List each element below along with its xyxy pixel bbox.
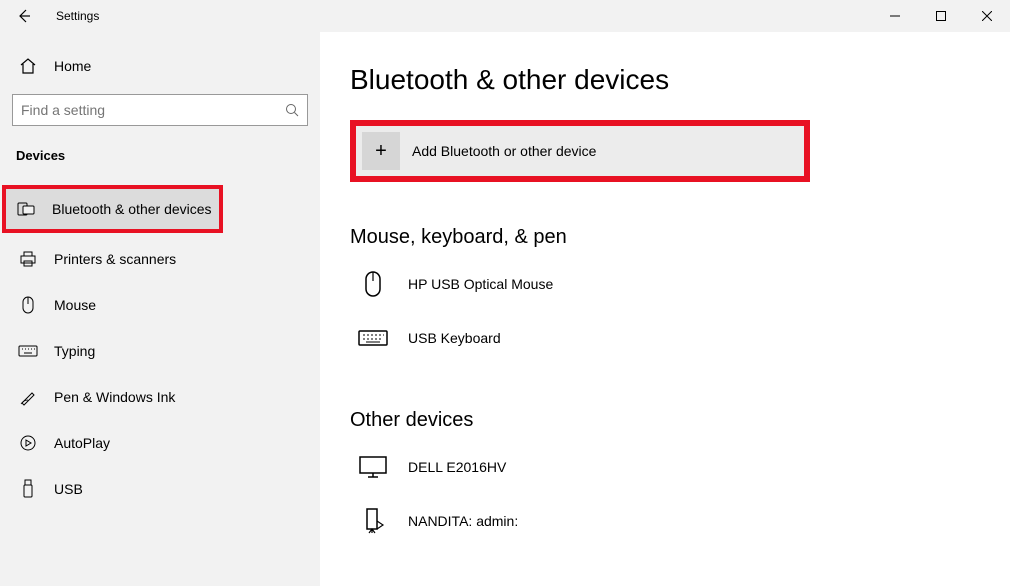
maximize-icon [936, 11, 946, 21]
device-label: NANDITA: admin: [408, 513, 518, 529]
group-heading-mouse-keyboard: Mouse, keyboard, & pen [350, 226, 1010, 249]
back-button[interactable] [8, 0, 40, 32]
device-label: DELL E2016HV [408, 459, 506, 475]
add-device-label: Add Bluetooth or other device [412, 143, 596, 159]
sidebar-item-pen[interactable]: Pen & Windows Ink [12, 377, 308, 417]
media-device-icon [358, 506, 388, 536]
device-row[interactable]: DELL E2016HV [350, 440, 1010, 494]
maximize-button[interactable] [918, 0, 964, 32]
keyboard-device-icon [358, 323, 388, 353]
device-label: USB Keyboard [408, 330, 501, 346]
sidebar-item-label: USB [54, 481, 83, 497]
sidebar-item-printers[interactable]: Printers & scanners [12, 239, 308, 279]
sidebar-item-usb[interactable]: USB [12, 469, 308, 509]
highlight-box-add-device: + Add Bluetooth or other device [350, 120, 810, 182]
sidebar-item-label: Pen & Windows Ink [54, 389, 175, 405]
sidebar-item-mouse[interactable]: Mouse [12, 285, 308, 325]
titlebar: Settings [0, 0, 1010, 32]
sidebar-item-label: Bluetooth & other devices [52, 201, 212, 217]
close-button[interactable] [964, 0, 1010, 32]
sidebar-item-label: Typing [54, 343, 95, 359]
device-row[interactable]: NANDITA: admin: [350, 494, 1010, 548]
sidebar-home[interactable]: Home [12, 46, 308, 86]
keyboard-icon [18, 341, 38, 361]
content-area: Bluetooth & other devices + Add Bluetoot… [320, 32, 1010, 586]
pen-icon [18, 387, 38, 407]
sidebar-item-typing[interactable]: Typing [12, 331, 308, 371]
sidebar-item-label: Mouse [54, 297, 96, 313]
search-icon [285, 103, 299, 117]
usb-icon [18, 479, 38, 499]
window-title: Settings [56, 9, 99, 23]
home-label: Home [54, 58, 91, 74]
add-device-button[interactable]: + Add Bluetooth or other device [356, 126, 804, 176]
sidebar-item-label: Printers & scanners [54, 251, 176, 267]
home-icon [18, 56, 38, 76]
sidebar-item-autoplay[interactable]: AutoPlay [12, 423, 308, 463]
arrow-left-icon [16, 8, 32, 24]
window-controls [872, 0, 1010, 32]
plus-icon: + [362, 132, 400, 170]
device-row[interactable]: USB Keyboard [350, 311, 1010, 365]
bluetooth-devices-icon [16, 199, 36, 219]
sidebar-section-label: Devices [12, 148, 308, 163]
sidebar-item-label: AutoPlay [54, 435, 110, 451]
sidebar: Home Devices Bluetooth & other devices P… [0, 32, 320, 586]
page-title: Bluetooth & other devices [350, 64, 1010, 96]
monitor-icon [358, 452, 388, 482]
mouse-device-icon [358, 269, 388, 299]
group-heading-other-devices: Other devices [350, 409, 1010, 432]
mouse-icon [18, 295, 38, 315]
autoplay-icon [18, 433, 38, 453]
highlight-box-sidebar: Bluetooth & other devices [2, 185, 223, 233]
minimize-button[interactable] [872, 0, 918, 32]
printer-icon [18, 249, 38, 269]
sidebar-item-bluetooth[interactable]: Bluetooth & other devices [6, 189, 219, 229]
close-icon [982, 11, 992, 21]
search-box[interactable] [12, 94, 308, 126]
search-input[interactable] [21, 102, 285, 118]
device-row[interactable]: HP USB Optical Mouse [350, 257, 1010, 311]
device-label: HP USB Optical Mouse [408, 276, 553, 292]
minimize-icon [890, 11, 900, 21]
